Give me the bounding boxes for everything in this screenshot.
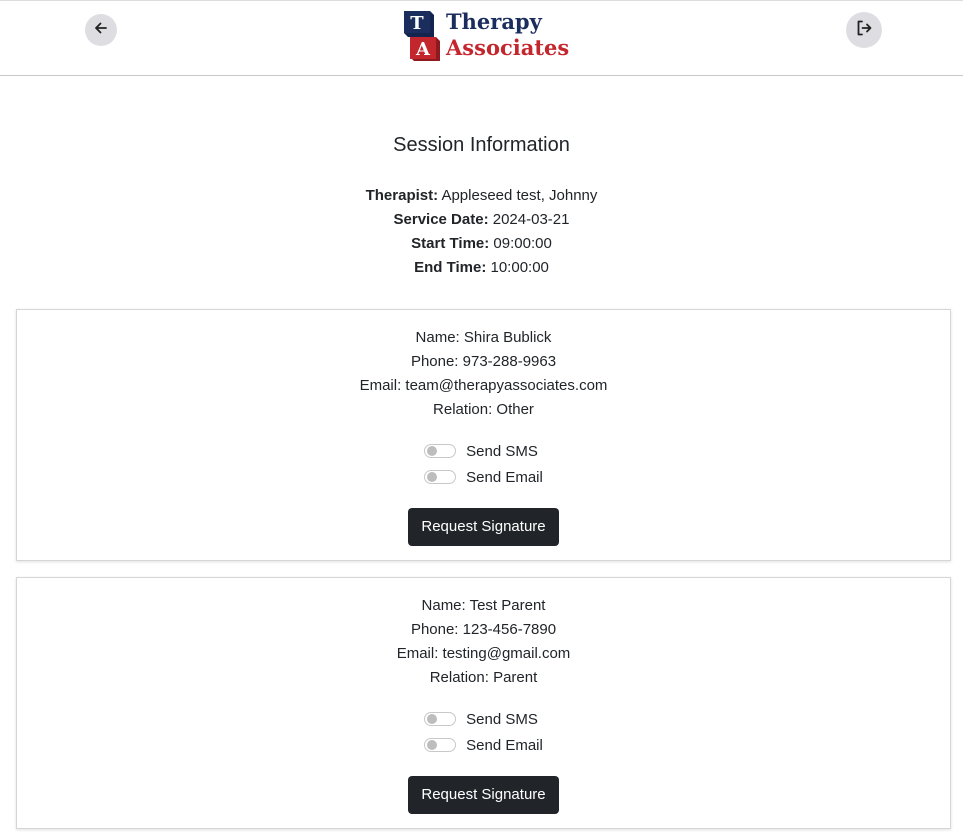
service-date-line: Service Date: 2024-03-21 <box>0 208 963 232</box>
contact-card: Name: Shira Bublick Phone: 973-288-9963 … <box>16 309 951 561</box>
logout-icon <box>855 19 873 42</box>
send-email-row: Send Email <box>424 464 543 490</box>
send-email-toggle[interactable] <box>424 470 457 484</box>
session-information: Session Information Therapist: Appleseed… <box>0 130 963 280</box>
send-email-toggle[interactable] <box>424 738 457 752</box>
therapy-associates-logo: T A Therapy Associates <box>402 9 569 63</box>
start-time-line: Start Time: 09:00:00 <box>0 232 963 256</box>
back-button[interactable] <box>85 14 117 46</box>
toggle-knob <box>427 714 438 724</box>
end-time-value: 10:00:00 <box>490 259 549 276</box>
contact-card: Name: Test Parent Phone: 123-456-7890 Em… <box>16 577 951 829</box>
therapist-value: Appleseed test, Johnny <box>441 187 598 204</box>
send-sms-toggle[interactable] <box>424 712 457 726</box>
contact-relation: Relation: Parent <box>429 669 538 686</box>
send-email-label: Send Email <box>466 468 543 486</box>
send-sms-row: Send SMS <box>424 438 543 464</box>
send-sms-label: Send SMS <box>466 710 538 728</box>
toggle-knob <box>427 740 438 750</box>
logo-blocks: T A <box>402 9 440 63</box>
send-sms-toggle[interactable] <box>424 444 457 458</box>
toggle-knob <box>427 472 438 482</box>
contact-email: Email: testing@gmail.com <box>396 645 571 662</box>
toggle-knob <box>427 446 438 456</box>
end-time-line: End Time: 10:00:00 <box>0 256 963 280</box>
svg-text:A: A <box>415 39 431 60</box>
logout-button[interactable] <box>846 12 882 48</box>
request-signature-button[interactable]: Request Signature <box>408 776 559 814</box>
contact-name: Name: Shira Bublick <box>415 329 552 346</box>
start-time-value: 09:00:00 <box>493 235 552 252</box>
end-time-label: End Time: <box>414 259 487 276</box>
request-signature-button[interactable]: Request Signature <box>408 508 559 546</box>
logo-text-associates: Associates <box>446 35 570 60</box>
contact-phone: Phone: 123-456-7890 <box>410 621 557 638</box>
session-title: Session Information <box>393 134 570 156</box>
service-date-label: Service Date: <box>393 211 489 228</box>
service-date-value: 2024-03-21 <box>492 211 570 228</box>
svg-text:T: T <box>410 13 424 34</box>
therapist-label: Therapist: <box>365 187 439 204</box>
contact-relation: Relation: Other <box>433 401 534 418</box>
arrow-left-icon <box>93 20 109 41</box>
send-sms-row: Send SMS <box>424 706 543 732</box>
contact-name: Name: Test Parent <box>421 597 546 614</box>
contact-phone: Phone: 973-288-9963 <box>410 353 557 370</box>
top-header: T A Therapy Associates <box>0 0 963 76</box>
start-time-label: Start Time: <box>411 235 490 252</box>
send-email-label: Send Email <box>466 736 543 754</box>
send-email-row: Send Email <box>424 732 543 758</box>
therapist-line: Therapist: Appleseed test, Johnny <box>0 184 963 208</box>
logo-text-therapy: Therapy <box>446 9 542 34</box>
contact-email: Email: team@therapyassociates.com <box>359 377 608 394</box>
send-sms-label: Send SMS <box>466 442 538 460</box>
